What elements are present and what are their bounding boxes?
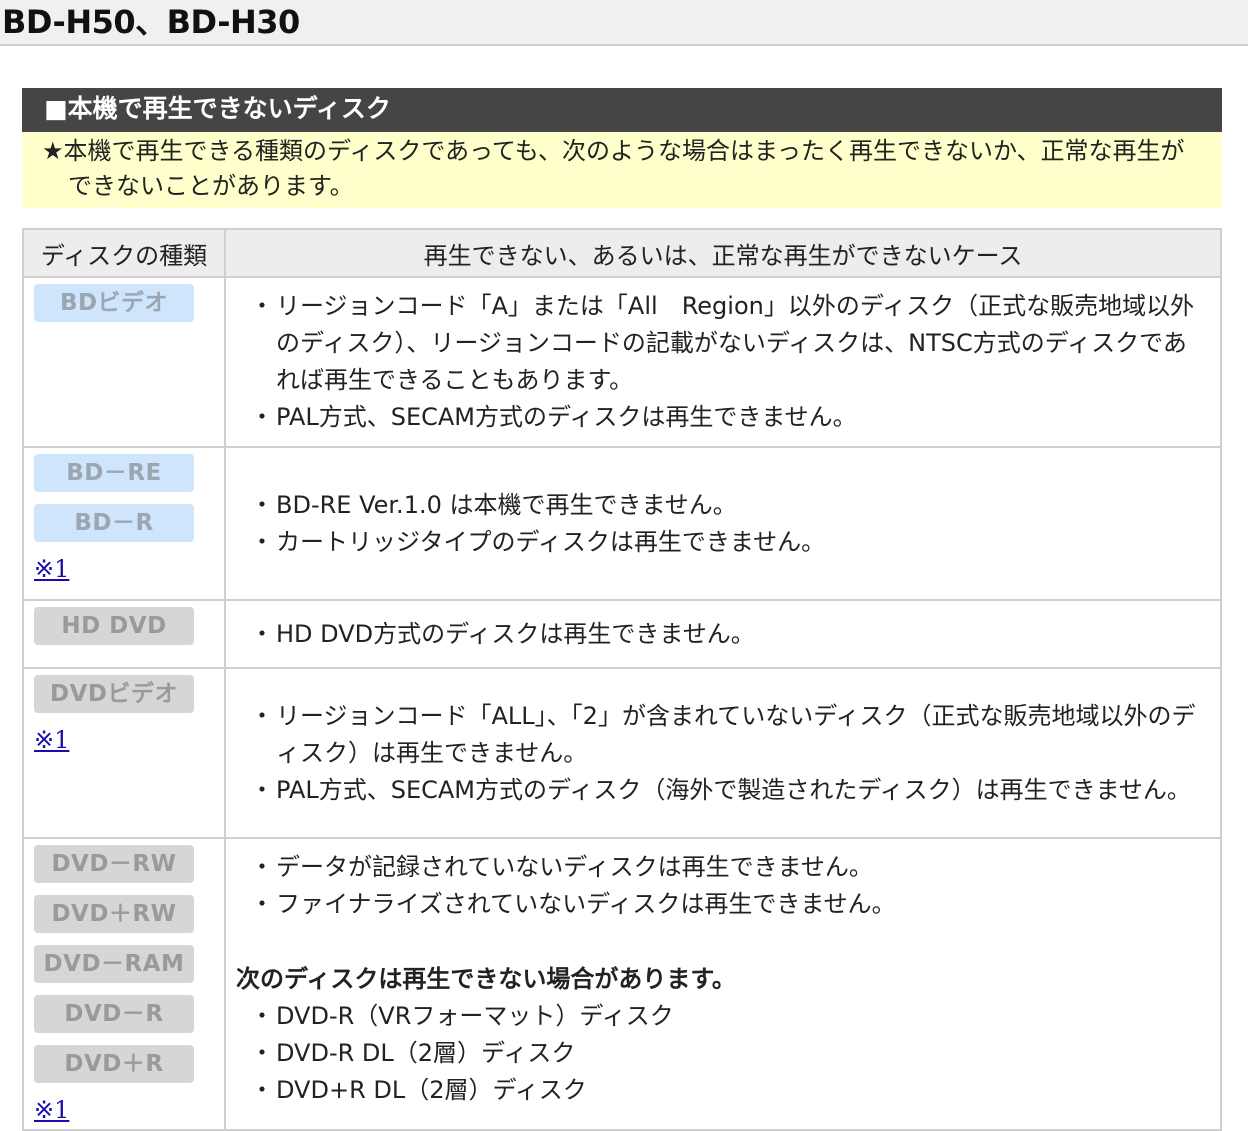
disc-badge: DVD＋RW [34,895,194,933]
case-item: HD DVD方式のディスクは再生できません。 [250,616,1200,653]
disc-badge: DVD－R [34,995,194,1033]
section-heading: ■本機で再生できないディスク [22,88,1222,132]
disc-badge: BD－R [34,504,194,542]
table-row-bd-video: BDビデオ リージョンコード「A」または「All Region」以外のディスク（… [22,276,1222,448]
table-row-dvd-recordable: DVD－RW DVD＋RW DVD－RAM DVD－R DVD＋R ※1 データ… [22,837,1222,1131]
sub-heading: 次のディスクは再生できない場合があります。 [236,965,736,993]
case-list: BD-RE Ver.1.0 は本機で再生できません。 カートリッジタイプのディス… [250,487,1200,561]
case-item: PAL方式、SECAM方式のディスクは再生できません。 [250,399,1200,436]
table-header-row: ディスクの種類 再生できない、あるいは、正常な再生ができないケース [22,228,1222,278]
table-row-hd-dvd: HD DVD HD DVD方式のディスクは再生できません。 [22,599,1222,669]
sub-case-item: DVD+R DL（2層）ディスク [250,1072,1200,1109]
sub-case-item: DVD-R（VRフォーマット）ディスク [250,998,1200,1035]
case-cell: BD-RE Ver.1.0 は本機で再生できません。 カートリッジタイプのディス… [224,446,1222,601]
disc-badge: DVDビデオ [34,675,194,713]
disc-badge: DVD＋R [34,1045,194,1083]
header-disc-type: ディスクの種類 [22,228,226,278]
page-header: BD-H50、BD-H30 [0,0,1248,46]
disc-type-cell: BD－RE BD－R ※1 [22,446,226,601]
main-content: ■本機で再生できないディスク ★本機で再生できる種類のディスクであっても、次のよ… [22,88,1222,1131]
case-cell: リージョンコード「ALL」、「2」が含まれていないディスク（正式な販売地域以外の… [224,667,1222,839]
case-item: ファイナライズされていないディスクは再生できません。 [250,886,1200,923]
case-cell: リージョンコード「A」または「All Region」以外のディスク（正式な販売地… [224,276,1222,448]
footnote-link[interactable]: ※1 [34,725,69,755]
sub-case-list: DVD-R（VRフォーマット）ディスク DVD-R DL（2層）ディスク DVD… [250,998,1200,1109]
case-list: リージョンコード「A」または「All Region」以外のディスク（正式な販売地… [250,288,1200,436]
disc-badge: DVD－RW [34,845,194,883]
disc-badge: BDビデオ [34,284,194,322]
case-item: データが記録されていないディスクは再生できません。 [250,849,1200,886]
table-row-bd-re: BD－RE BD－R ※1 BD-RE Ver.1.0 は本機で再生できません。… [22,446,1222,601]
case-item: リージョンコード「A」または「All Region」以外のディスク（正式な販売地… [250,288,1200,399]
header-case: 再生できない、あるいは、正常な再生ができないケース [224,228,1222,278]
case-item: BD-RE Ver.1.0 は本機で再生できません。 [250,487,1200,524]
disc-type-cell: HD DVD [22,599,226,669]
disc-type-cell: DVDビデオ ※1 [22,667,226,839]
table-row-dvd-video: DVDビデオ ※1 リージョンコード「ALL」、「2」が含まれていないディスク（… [22,667,1222,839]
disc-type-cell: DVD－RW DVD＋RW DVD－RAM DVD－R DVD＋R ※1 [22,837,226,1131]
case-item: PAL方式、SECAM方式のディスク（海外で製造されたディスク）は再生できません… [250,772,1200,809]
disc-badge: BD－RE [34,454,194,492]
case-list: データが記録されていないディスクは再生できません。 ファイナライズされていないデ… [250,849,1200,923]
case-item: カートリッジタイプのディスクは再生できません。 [250,524,1200,561]
footnote-link[interactable]: ※1 [34,1095,69,1125]
disc-table: ディスクの種類 再生できない、あるいは、正常な再生ができないケース BDビデオ … [22,228,1222,1131]
page-title: BD-H50、BD-H30 [2,3,300,41]
note-box: ★本機で再生できる種類のディスクであっても、次のような場合はまったく再生できない… [22,132,1222,208]
sub-case-item: DVD-R DL（2層）ディスク [250,1035,1200,1072]
case-list: リージョンコード「ALL」、「2」が含まれていないディスク（正式な販売地域以外の… [250,698,1200,809]
disc-badge: DVD－RAM [34,945,194,983]
disc-type-cell: BDビデオ [22,276,226,448]
footnote-link[interactable]: ※1 [34,554,69,584]
disc-badge: HD DVD [34,607,194,645]
case-item: リージョンコード「ALL」、「2」が含まれていないディスク（正式な販売地域以外の… [250,698,1200,772]
case-list: HD DVD方式のディスクは再生できません。 [250,616,1200,653]
case-cell: データが記録されていないディスクは再生できません。 ファイナライズされていないデ… [224,837,1222,1131]
case-cell: HD DVD方式のディスクは再生できません。 [224,599,1222,669]
